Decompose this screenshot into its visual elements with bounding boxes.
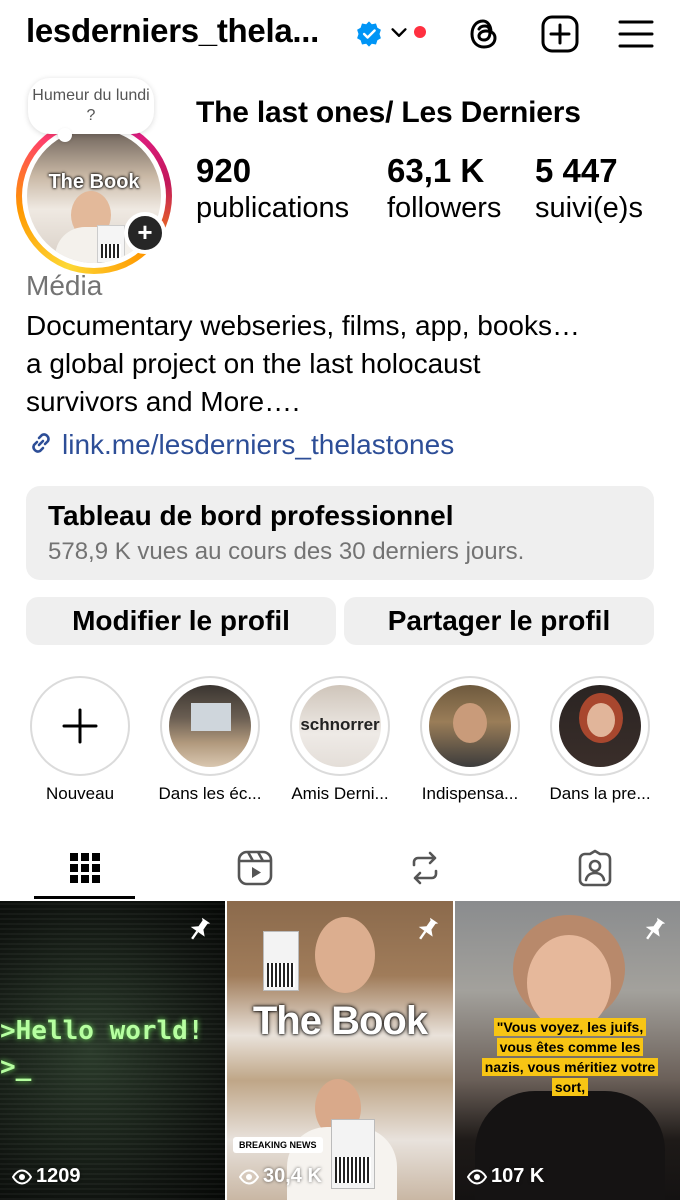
eye-icon [466, 1169, 488, 1185]
stat-following[interactable]: 5 447 suivi(e)s [535, 152, 643, 225]
highlight-circle [550, 676, 650, 776]
post-tile[interactable]: The Book BREAKING NEWS 30,4 K [227, 901, 453, 1200]
breaking-news-badge: BREAKING NEWS [233, 1137, 323, 1153]
notification-dot [414, 26, 426, 38]
post-grid: >Hello world! >_ 1209 The Book BREAKING … [0, 901, 680, 1200]
menu-icon[interactable] [616, 14, 656, 54]
bio-line: survivors and More…. [26, 386, 300, 417]
account-switcher-username[interactable]: lesderniers_thela... [26, 12, 319, 50]
verified-badge-icon [357, 21, 381, 47]
tab-tagged[interactable] [510, 838, 680, 898]
profile-category: Média [26, 270, 103, 301]
highlight-item[interactable]: Indispensa... [410, 676, 530, 804]
reels-icon [237, 850, 273, 886]
highlight-item[interactable]: schnorrer Amis Derni... [280, 676, 400, 804]
link-text: link.me/lesderniers_thelastones [62, 429, 455, 460]
professional-dashboard[interactable]: Tableau de bord professionnel 578,9 K vu… [26, 486, 654, 580]
view-count: 1209 [11, 1165, 81, 1188]
display-name: The last ones/ Les Derniers [196, 96, 581, 129]
reposts-icon [412, 851, 438, 885]
stat-followers[interactable]: 63,1 K followers [387, 152, 501, 225]
share-profile-button[interactable]: Partager le profil [344, 597, 654, 645]
create-icon[interactable] [540, 14, 580, 54]
eye-icon [238, 1169, 260, 1185]
avatar-overlay-text: The Book [48, 171, 140, 193]
highlight-label: Dans la pre... [549, 784, 651, 803]
highlight-item[interactable]: Dans la pre... [540, 676, 660, 804]
pin-icon [418, 917, 439, 940]
add-story-button[interactable]: + [124, 212, 166, 254]
stat-value: 63,1 K [387, 152, 485, 189]
tab-reposts[interactable] [340, 838, 510, 898]
highlight-circle [420, 676, 520, 776]
highlight-label: Indispensa... [421, 784, 519, 803]
profile-bio: Documentary webseries, films, app, books… [26, 307, 666, 421]
post-text: The Book [252, 999, 428, 1043]
tab-reels[interactable] [170, 838, 340, 898]
post-tile[interactable]: "Vous voyez, les juifs, vous êtes comme … [455, 901, 680, 1200]
stat-value: 5 447 [535, 152, 618, 189]
highlight-item[interactable]: Dans les éc... [150, 676, 270, 804]
tagged-icon [578, 849, 612, 887]
stat-value: 920 [196, 152, 252, 189]
dashboard-subtitle: 578,9 K vues au cours des 30 derniers jo… [48, 538, 525, 565]
edit-profile-button[interactable]: Modifier le profil [26, 597, 336, 645]
highlight-label: Nouveau [45, 784, 115, 803]
post-tile[interactable]: >Hello world! >_ 1209 [0, 901, 225, 1200]
highlight-circle [160, 676, 260, 776]
highlight-circle: schnorrer [290, 676, 390, 776]
dashboard-title: Tableau de bord professionnel [48, 500, 454, 531]
highlight-new[interactable]: Nouveau [20, 676, 140, 804]
eye-icon [11, 1169, 33, 1185]
pin-icon [645, 917, 666, 940]
chevron-down-icon[interactable] [388, 22, 410, 44]
highlight-label: Dans les éc... [158, 784, 262, 803]
stat-label: followers [387, 192, 502, 224]
threads-icon[interactable] [464, 14, 504, 54]
stat-label: suivi(e)s [535, 192, 643, 224]
profile-header: lesderniers_thela... [0, 0, 680, 70]
bio-line: a global project on the last holocaust [26, 348, 481, 379]
active-tab-indicator [34, 896, 135, 899]
stat-posts[interactable]: 920 publications [196, 152, 349, 225]
pin-icon [190, 917, 211, 940]
post-text: "Vous voyez, les juifs, vous êtes comme … [481, 1017, 659, 1097]
profile-tabs [0, 838, 680, 898]
bio-line: Documentary webseries, films, app, books… [26, 310, 580, 341]
profile-link[interactable]: link.me/lesderniers_thelastones [26, 428, 454, 461]
highlight-circle [30, 676, 130, 776]
stat-label: publications [196, 192, 350, 224]
plus-icon [62, 708, 98, 744]
link-icon [32, 433, 50, 453]
view-count: 30,4 K [238, 1165, 322, 1188]
view-count: 107 K [466, 1165, 544, 1188]
highlight-label: Amis Derni... [291, 784, 389, 803]
tab-grid[interactable] [0, 838, 170, 898]
note-bubble[interactable]: Humeur du lundi ? [28, 78, 154, 142]
grid-icon [70, 853, 100, 883]
post-text: >Hello world! >_ [0, 1016, 204, 1082]
